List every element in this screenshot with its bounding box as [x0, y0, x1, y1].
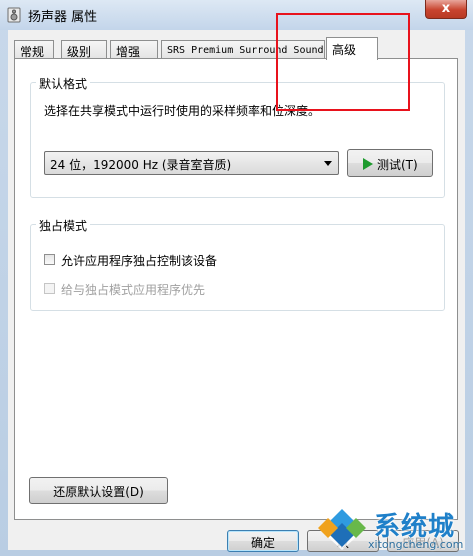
window-title: 扬声器 属性: [28, 10, 98, 25]
tab-enhancements[interactable]: 增强: [110, 40, 158, 59]
tab-label: 常规: [20, 45, 45, 59]
watermark-logo-icon: [318, 506, 366, 550]
tab-label: 级别: [67, 45, 92, 59]
test-button-label: 测试(T): [377, 158, 418, 172]
group-label: 独占模式: [36, 217, 91, 234]
chevron-down-icon: [324, 161, 332, 166]
speaker-icon: [7, 7, 21, 23]
close-icon: x: [441, 1, 451, 16]
watermark-url: xitongcheng.com: [368, 538, 464, 551]
tab-levels[interactable]: 级别: [61, 40, 107, 59]
exclusive-priority-label: 给与独占模式应用程序优先: [61, 283, 206, 297]
ok-button[interactable]: 确定: [227, 530, 299, 552]
speaker-properties-window: 扬声器 属性 x 常规 级别 增强 SRS Premium Surround S…: [0, 0, 473, 556]
tab-label: 增强: [116, 45, 141, 59]
exclusive-priority-checkbox: [44, 283, 55, 294]
allow-exclusive-label: 允许应用程序独占控制该设备: [61, 254, 218, 268]
close-button[interactable]: x: [425, 0, 467, 19]
dropdown-value: 24 位，192000 Hz (录音室音质): [50, 158, 232, 172]
watermark: 系统城 xitongcheng.com: [312, 500, 473, 556]
sample-rate-dropdown[interactable]: 24 位，192000 Hz (录音室音质): [44, 151, 339, 175]
test-button[interactable]: 测试(T): [347, 149, 433, 177]
play-icon: [363, 158, 373, 170]
restore-defaults-button[interactable]: 还原默认设置(D): [29, 477, 168, 504]
allow-exclusive-checkbox[interactable]: [44, 254, 55, 265]
tab-general[interactable]: 常规: [14, 40, 54, 59]
highlight-annotation-box: [276, 13, 410, 111]
group-label: 默认格式: [36, 75, 91, 92]
